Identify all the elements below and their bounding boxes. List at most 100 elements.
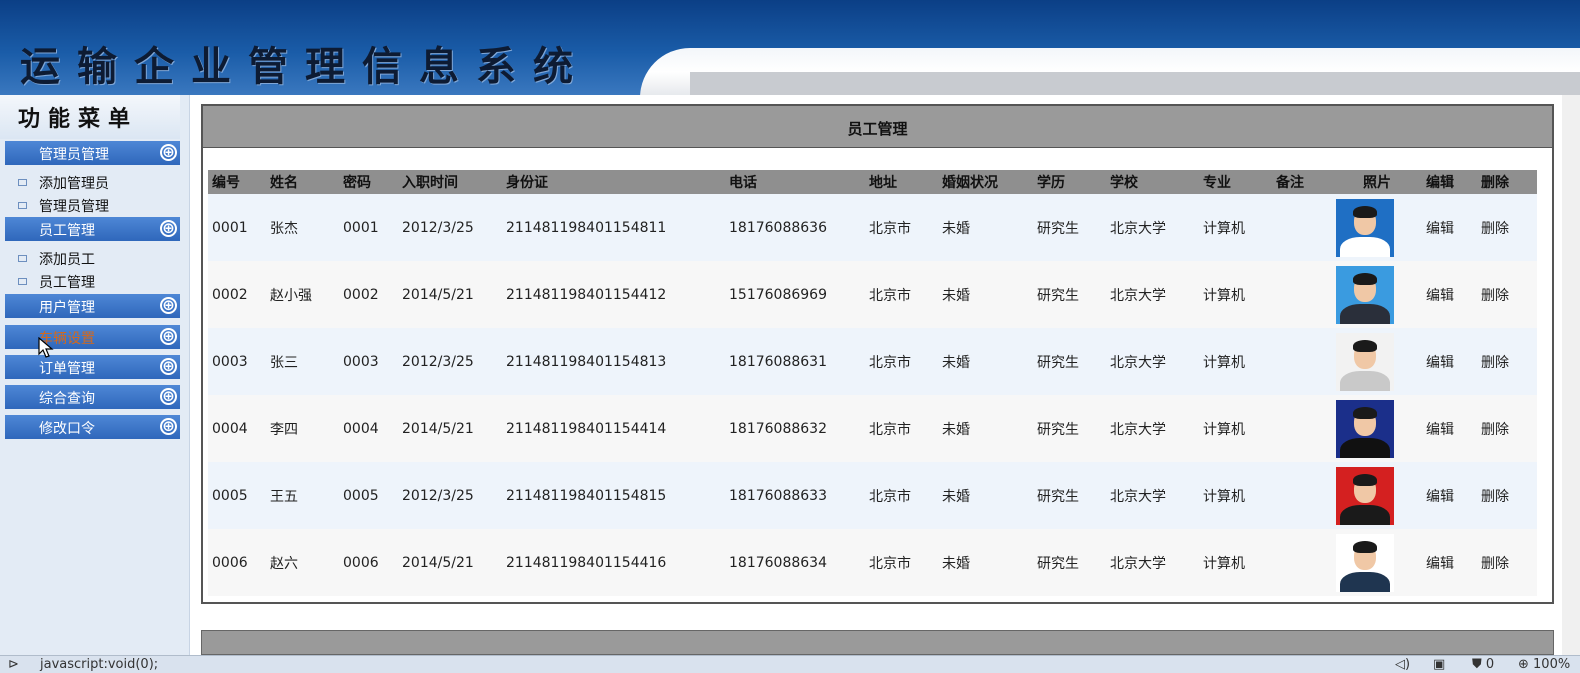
display-icon[interactable]: ▣ xyxy=(1433,657,1445,672)
expand-icon[interactable]: ⊕ xyxy=(160,418,177,435)
bullet-icon xyxy=(18,201,27,209)
cell-school: 北京大学 xyxy=(1106,194,1199,261)
delete-link[interactable]: 删除 xyxy=(1481,355,1509,371)
expand-icon[interactable]: ⊕ xyxy=(160,297,177,314)
table-row: 0003 张三 0003 2012/3/25 211481198401154813 181… xyxy=(208,328,1537,395)
cell-delete: 删除 xyxy=(1477,261,1537,328)
cell-name: 张杰 xyxy=(266,194,339,261)
cell-edit: 编辑 xyxy=(1422,194,1477,261)
cell-school: 北京大学 xyxy=(1106,261,1199,328)
cell-password: 0006 xyxy=(339,529,398,596)
cell-address: 北京市 xyxy=(865,261,938,328)
panel-footer xyxy=(201,630,1554,655)
menu-vehicle-settings[interactable]: 车辆设置 ⊕ xyxy=(5,325,180,349)
delete-link[interactable]: 删除 xyxy=(1481,489,1509,505)
col-header: 照片 xyxy=(1328,170,1422,194)
employee-panel: 员工管理 编号 姓名 密码 入职时间 身份证 电话 地址 婚姻状况 学历 学校 … xyxy=(201,104,1554,604)
cell-marital: 未婚 xyxy=(938,328,1033,395)
banner-shadow xyxy=(690,72,1580,95)
cell-note xyxy=(1272,462,1328,529)
cell-hire-date: 2012/3/25 xyxy=(398,194,502,261)
sidebar-header: 功能菜单 xyxy=(0,95,180,139)
delete-link[interactable]: 删除 xyxy=(1481,422,1509,438)
expand-icon[interactable]: ⊕ xyxy=(160,328,177,345)
cell-phone: 18176088634 xyxy=(725,529,865,596)
cell-major: 计算机 xyxy=(1199,462,1272,529)
edit-link[interactable]: 编辑 xyxy=(1426,422,1454,438)
cell-edit: 编辑 xyxy=(1422,395,1477,462)
cell-major: 计算机 xyxy=(1199,194,1272,261)
menu-change-password[interactable]: 修改口令 ⊕ xyxy=(5,415,180,439)
cell-education: 研究生 xyxy=(1033,328,1106,395)
employee-photo xyxy=(1336,399,1394,458)
cell-note xyxy=(1272,328,1328,395)
expand-icon[interactable]: ⊕ xyxy=(160,144,177,161)
cell-education: 研究生 xyxy=(1033,261,1106,328)
menu-label: 管理员管理 xyxy=(39,147,109,163)
table-row: 0001 张杰 0001 2012/3/25 211481198401154811 181… xyxy=(208,194,1537,261)
employee-photo xyxy=(1336,265,1394,324)
cell-phone: 18176088633 xyxy=(725,462,865,529)
menu-comprehensive-query[interactable]: 综合查询 ⊕ xyxy=(5,385,180,409)
sidebar-item-admin-management[interactable]: 管理员管理 xyxy=(18,196,109,216)
edit-link[interactable]: 编辑 xyxy=(1426,355,1454,371)
employee-photo xyxy=(1336,332,1394,391)
employee-table: 编号 姓名 密码 入职时间 身份证 电话 地址 婚姻状况 学历 学校 专业 备注… xyxy=(208,170,1537,596)
cell-school: 北京大学 xyxy=(1106,328,1199,395)
cell-marital: 未婚 xyxy=(938,462,1033,529)
table-row: 0006 赵六 0006 2014/5/21 211481198401154416 181… xyxy=(208,529,1537,596)
menu-order-management[interactable]: 订单管理 ⊕ xyxy=(5,355,180,379)
speaker-icon[interactable]: ◁) xyxy=(1395,657,1410,672)
cell-note xyxy=(1272,395,1328,462)
edit-link[interactable]: 编辑 xyxy=(1426,556,1454,572)
expand-icon[interactable]: ⊕ xyxy=(160,388,177,405)
menu-employee-management[interactable]: 员工管理 ⊕ xyxy=(5,217,180,241)
cell-major: 计算机 xyxy=(1199,395,1272,462)
col-header: 学历 xyxy=(1033,170,1106,194)
delete-link[interactable]: 删除 xyxy=(1481,556,1509,572)
menu-label: 订单管理 xyxy=(39,361,95,377)
delete-link[interactable]: 删除 xyxy=(1481,221,1509,237)
employee-photo xyxy=(1336,533,1394,592)
cell-name: 张三 xyxy=(266,328,339,395)
edit-link[interactable]: 编辑 xyxy=(1426,288,1454,304)
cell-delete: 删除 xyxy=(1477,462,1537,529)
cell-id-card: 211481198401154811 xyxy=(502,194,725,261)
status-bar: ⊳ javascript:void(0); ◁) ▣ ⛊ 0 ⊕ 100% xyxy=(0,655,1580,673)
zoom-icon[interactable]: ⊕ 100% xyxy=(1518,657,1570,672)
menu-user-management[interactable]: 用户管理 ⊕ xyxy=(5,294,180,318)
table-header-row: 编号 姓名 密码 入职时间 身份证 电话 地址 婚姻状况 学历 学校 专业 备注… xyxy=(208,170,1537,194)
shield-icon[interactable]: ⛊ 0 xyxy=(1472,657,1494,672)
col-header: 学校 xyxy=(1106,170,1199,194)
cell-password: 0002 xyxy=(339,261,398,328)
scrollbar[interactable] xyxy=(1562,95,1580,655)
cell-id-card: 211481198401154813 xyxy=(502,328,725,395)
col-header: 删除 xyxy=(1477,170,1537,194)
menu-admin-management[interactable]: 管理员管理 ⊕ xyxy=(5,141,180,165)
cell-education: 研究生 xyxy=(1033,395,1106,462)
delete-link[interactable]: 删除 xyxy=(1481,288,1509,304)
cell-photo xyxy=(1328,462,1422,529)
expand-icon[interactable]: ⊕ xyxy=(160,220,177,237)
forward-icon: ⊳ xyxy=(8,657,19,672)
edit-link[interactable]: 编辑 xyxy=(1426,489,1454,505)
cell-phone: 18176088632 xyxy=(725,395,865,462)
col-header: 姓名 xyxy=(266,170,339,194)
sidebar-item-employee-management[interactable]: 员工管理 xyxy=(18,272,95,292)
table-row: 0005 王五 0005 2012/3/25 211481198401154815 181… xyxy=(208,462,1537,529)
expand-icon[interactable]: ⊕ xyxy=(160,358,177,375)
cell-address: 北京市 xyxy=(865,462,938,529)
cell-id: 0001 xyxy=(208,194,266,261)
cell-edit: 编辑 xyxy=(1422,462,1477,529)
cell-major: 计算机 xyxy=(1199,261,1272,328)
edit-link[interactable]: 编辑 xyxy=(1426,221,1454,237)
sidebar-item-add-employee[interactable]: 添加员工 xyxy=(18,249,95,269)
col-header: 密码 xyxy=(339,170,398,194)
cell-name: 王五 xyxy=(266,462,339,529)
cell-id-card: 211481198401154412 xyxy=(502,261,725,328)
menu-label: 综合查询 xyxy=(39,391,95,407)
sidebar-item-add-admin[interactable]: 添加管理员 xyxy=(18,173,109,193)
status-text: javascript:void(0); xyxy=(40,657,159,672)
cell-education: 研究生 xyxy=(1033,529,1106,596)
col-header: 编辑 xyxy=(1422,170,1477,194)
